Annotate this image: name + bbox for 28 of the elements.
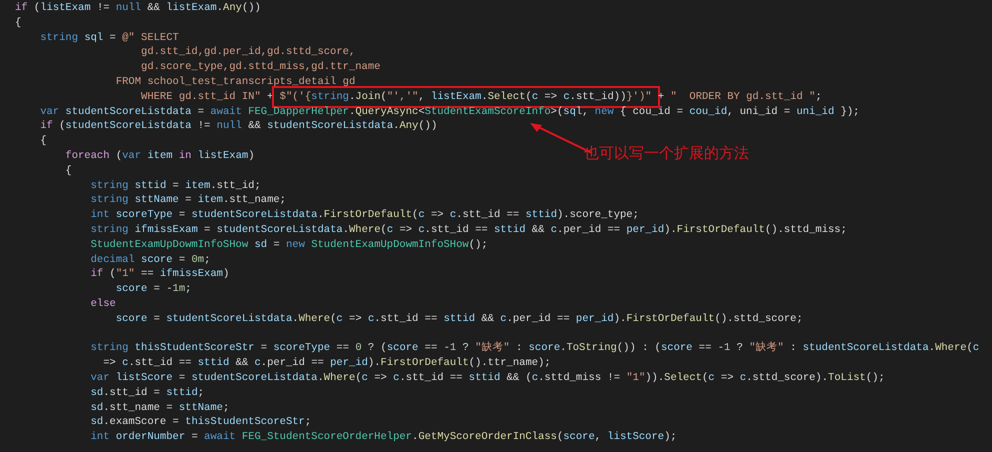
code-line: var studentScoreListdata = await FEG_DapperHelper.QueryAsync<StudentExamScoreInfo>(sql, new { cou_id = cou_id, uni_id = uni_id });	[39, 106, 860, 118]
code-line: foreach (var item in listExam)	[64, 150, 254, 162]
code-line: gd.score_type,gd.sttd_miss,gd.ttr_name	[140, 61, 380, 74]
code-line: string sttid = item.stt_id;	[90, 180, 261, 192]
code-line: {	[64, 164, 72, 177]
code-line: sd.stt_id = sttid;	[90, 386, 204, 399]
code-line: FROM school_test_transcripts_detail gd	[114, 76, 356, 88]
code-line: if ("1" == ifmissExam)	[90, 268, 230, 280]
code-line: if (listExam != null && listExam.Any())	[15, 2, 261, 14]
code-line: => c.stt_id == sttid && c.per_id == per_id).FirstOrDefault().ttr_name);	[102, 357, 551, 370]
code-line: if (studentScoreListdata != null && studentScoreListdata.Any())	[39, 120, 438, 132]
code-line: string sql = @" SELECT	[39, 32, 179, 44]
code-line: gd.stt_id,gd.per_id,gd.sttd_score,	[140, 46, 356, 58]
code-line: score = -1m;	[114, 283, 192, 296]
code-line: {	[15, 16, 22, 29]
code-line: string sttName = item.stt_name;	[90, 194, 286, 206]
code-line: sd.examScore = thisStudentScoreStr;	[90, 416, 312, 428]
code-line: score = studentScoreListdata.Where(c => c.stt_id == sttid && c.per_id == per_id).FirstOrDefault().sttd_score;	[114, 312, 803, 325]
code-line: int scoreType = studentScoreListdata.FirstOrDefault(c => c.stt_id == sttid).score_type;	[90, 209, 639, 222]
code-line: string thisStudentScoreStr = scoreType == 0 ? (score == -1 ? "缺考" : score.ToString()) : (score == -1 ? "缺考" : studentScoreListdata.Where(c	[90, 342, 980, 354]
code-line: string ifmissExam = studentScoreListdata.Where(c => c.stt_id == sttid && c.per_id == per_id).FirstOrDefault().sttd_miss;	[90, 224, 847, 236]
code-line: sd.stt_name = sttName;	[90, 402, 230, 414]
code-line: {	[39, 135, 47, 148]
code-line: int orderNumber = await FEG_StudentScoreOrderHelper.GetMyScoreOrderInClass(score, listScore);	[90, 431, 677, 444]
code-line: StudentExamUpDowmInfoSHow sd = new StudentExamUpDowmInfoSHow();	[90, 238, 488, 251]
code-line: else	[90, 298, 116, 310]
code-line: var listScore = studentScoreListdata.Where(c => c.stt_id == sttid && (c.sttd_miss != "1")).Select(c => c.sttd_score).ToList();	[90, 372, 885, 384]
code-line: decimal score = 0m;	[90, 254, 210, 266]
